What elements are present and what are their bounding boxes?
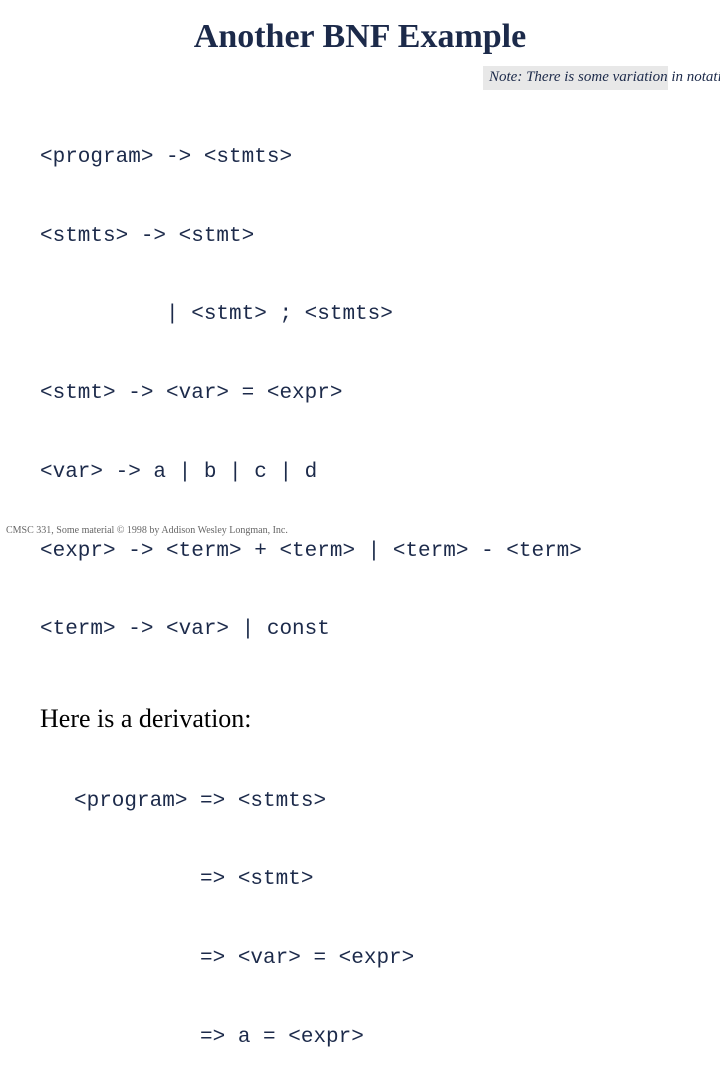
grammar-line: <term> -> <var> | const bbox=[40, 617, 680, 643]
grammar-block: Note: There is some variation in notatio… bbox=[40, 66, 680, 696]
slide-title: Another BNF Example bbox=[40, 18, 680, 56]
grammar-line: <stmts> -> <stmt> bbox=[40, 224, 680, 250]
grammar-line: <var> -> a | b | c | d bbox=[40, 460, 680, 486]
slide: Another BNF Example Note: There is some … bbox=[0, 0, 720, 540]
grammar-line: <stmt> -> <var> = <expr> bbox=[40, 381, 680, 407]
grammar-line: <program> -> <stmts> bbox=[40, 145, 680, 171]
derivation-line: => <var> = <expr> bbox=[74, 946, 680, 972]
derivation-heading: Here is a derivation: bbox=[40, 704, 680, 734]
derivation-block: <program> => <stmts> => <stmt> => <var> … bbox=[74, 736, 680, 1080]
derivation-line: <program> => <stmts> bbox=[74, 789, 680, 815]
note-box: Note: There is some variation in notatio… bbox=[483, 66, 668, 90]
derivation-line: => a = <expr> bbox=[74, 1025, 680, 1051]
grammar-line: <expr> -> <term> + <term> | <term> - <te… bbox=[40, 539, 680, 565]
grammar-line: | <stmt> ; <stmts> bbox=[40, 302, 680, 328]
footer-text: CMSC 331, Some material © 1998 by Addiso… bbox=[6, 525, 288, 536]
derivation-line: => <stmt> bbox=[74, 867, 680, 893]
